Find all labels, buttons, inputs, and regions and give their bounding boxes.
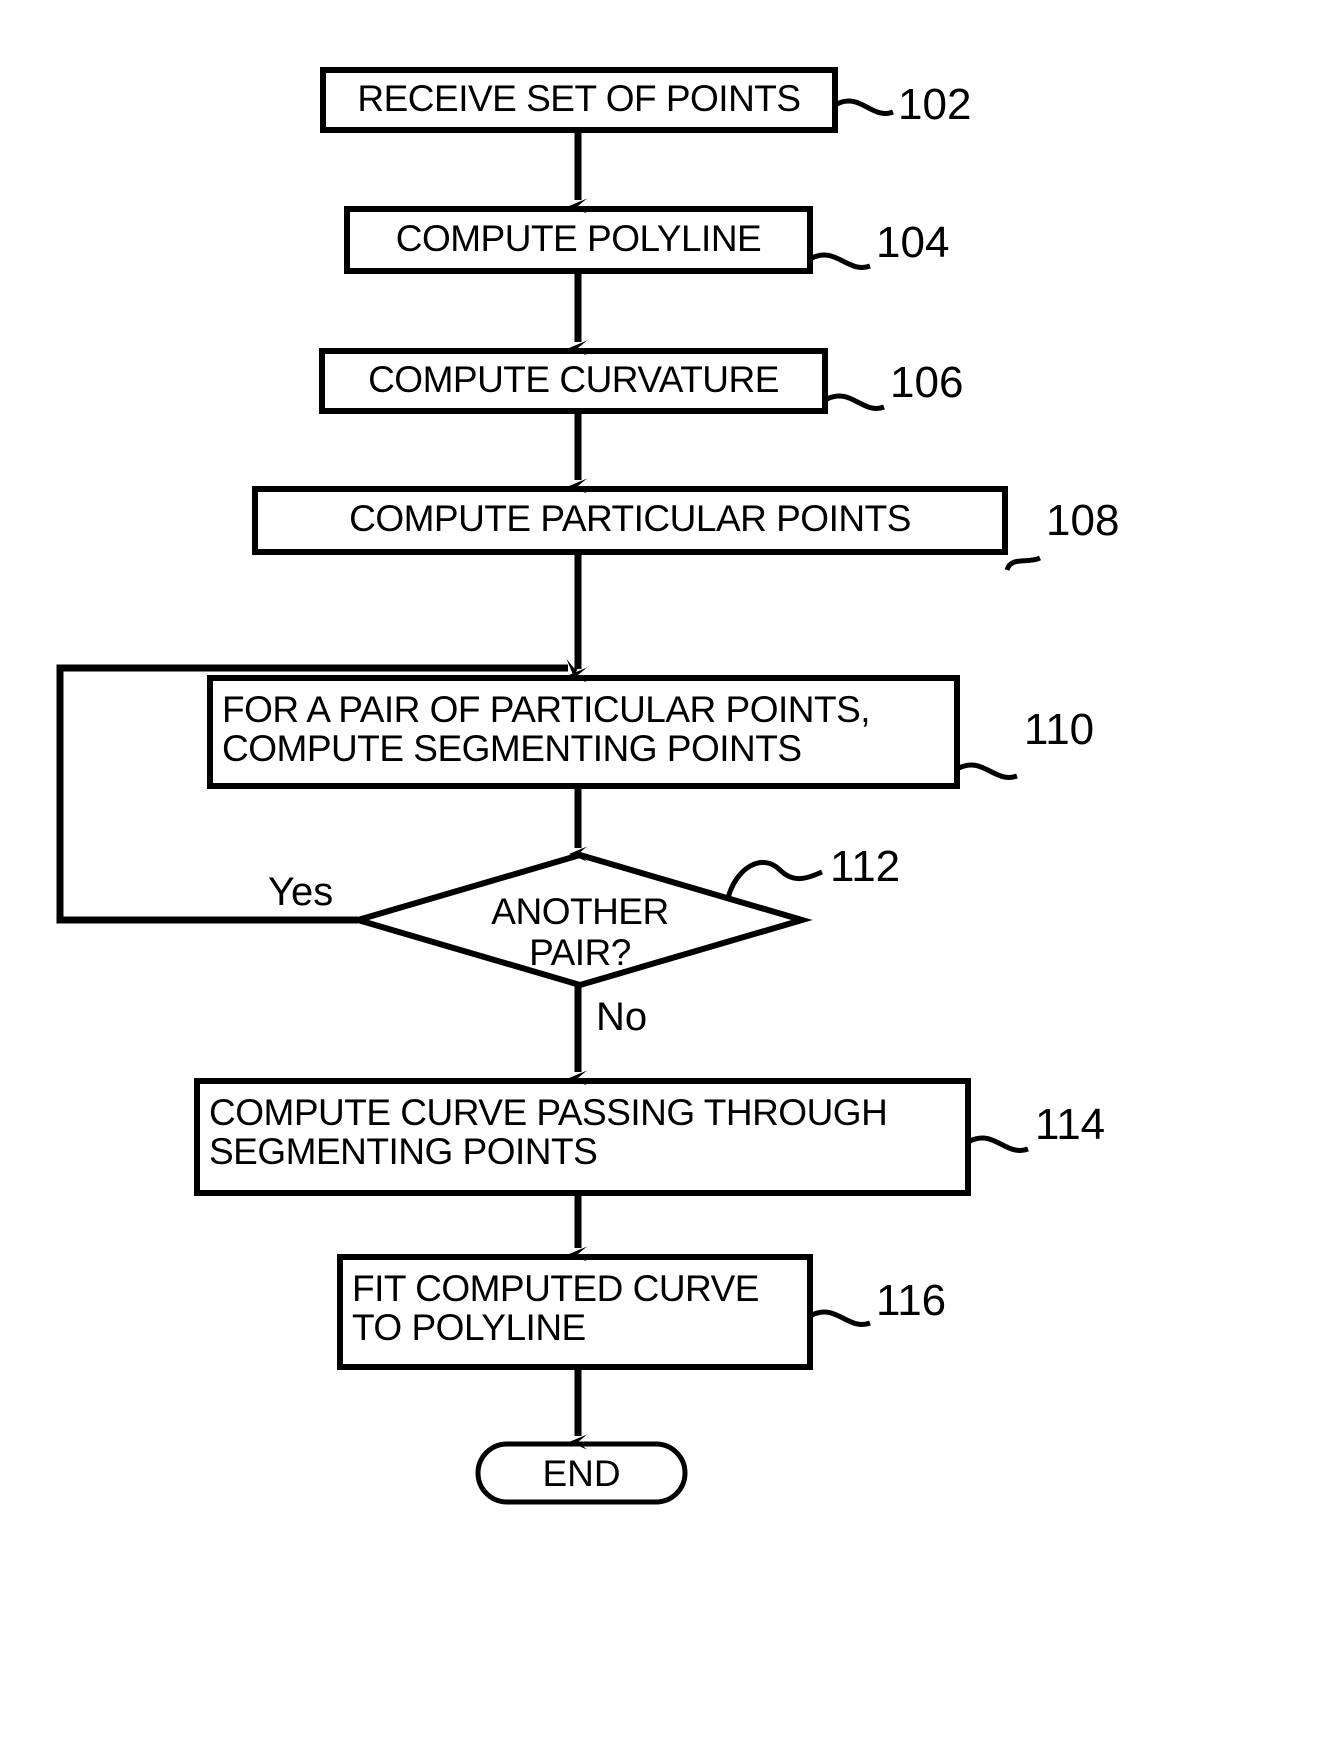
node-label-112: ANOTHER PAIR? (491, 891, 669, 974)
leader-104 (810, 252, 871, 270)
node-label-110: FOR A PAIR OF PARTICULAR POINTS, COMPUTE… (222, 689, 871, 770)
leader-116 (810, 1309, 871, 1327)
leader-110 (957, 762, 1018, 780)
node-label-114: COMPUTE CURVE PASSING THROUGH SEGMENTING… (209, 1092, 888, 1173)
node-label-102: RECEIVE SET OF POINTS (357, 78, 801, 119)
node-label-116: FIT COMPUTED CURVE TO POLYLINE (352, 1268, 759, 1349)
ref-number-112: 112 (830, 842, 901, 891)
node-label-end: END (542, 1453, 621, 1494)
ref-number-106: 106 (890, 358, 964, 407)
edge-label-no: No (596, 995, 648, 1039)
node-label-108: COMPUTE PARTICULAR POINTS (349, 498, 911, 539)
ref-number-114: 114 (1035, 1100, 1106, 1149)
ref-number-110: 110 (1024, 705, 1095, 754)
ref-number-108: 108 (1046, 496, 1120, 545)
leader-108b (934, 559, 1007, 574)
edge-label-yes: Yes (268, 870, 334, 914)
leader-114 (968, 1135, 1029, 1153)
node-label-104: COMPUTE POLYLINE (395, 218, 762, 259)
node-label-106: COMPUTE CURVATURE (368, 359, 779, 400)
flowchart-canvas: RECEIVE SET OF POINTS COMPUTE POLYLINE C… (0, 0, 1327, 1745)
ref-number-116: 116 (876, 1276, 947, 1325)
leader-108 (1004, 555, 1042, 572)
leader-106 (825, 393, 885, 411)
leader-102 (835, 98, 894, 116)
ref-number-102: 102 (898, 80, 972, 129)
leader-112 (725, 859, 823, 899)
ref-number-104: 104 (876, 218, 950, 267)
